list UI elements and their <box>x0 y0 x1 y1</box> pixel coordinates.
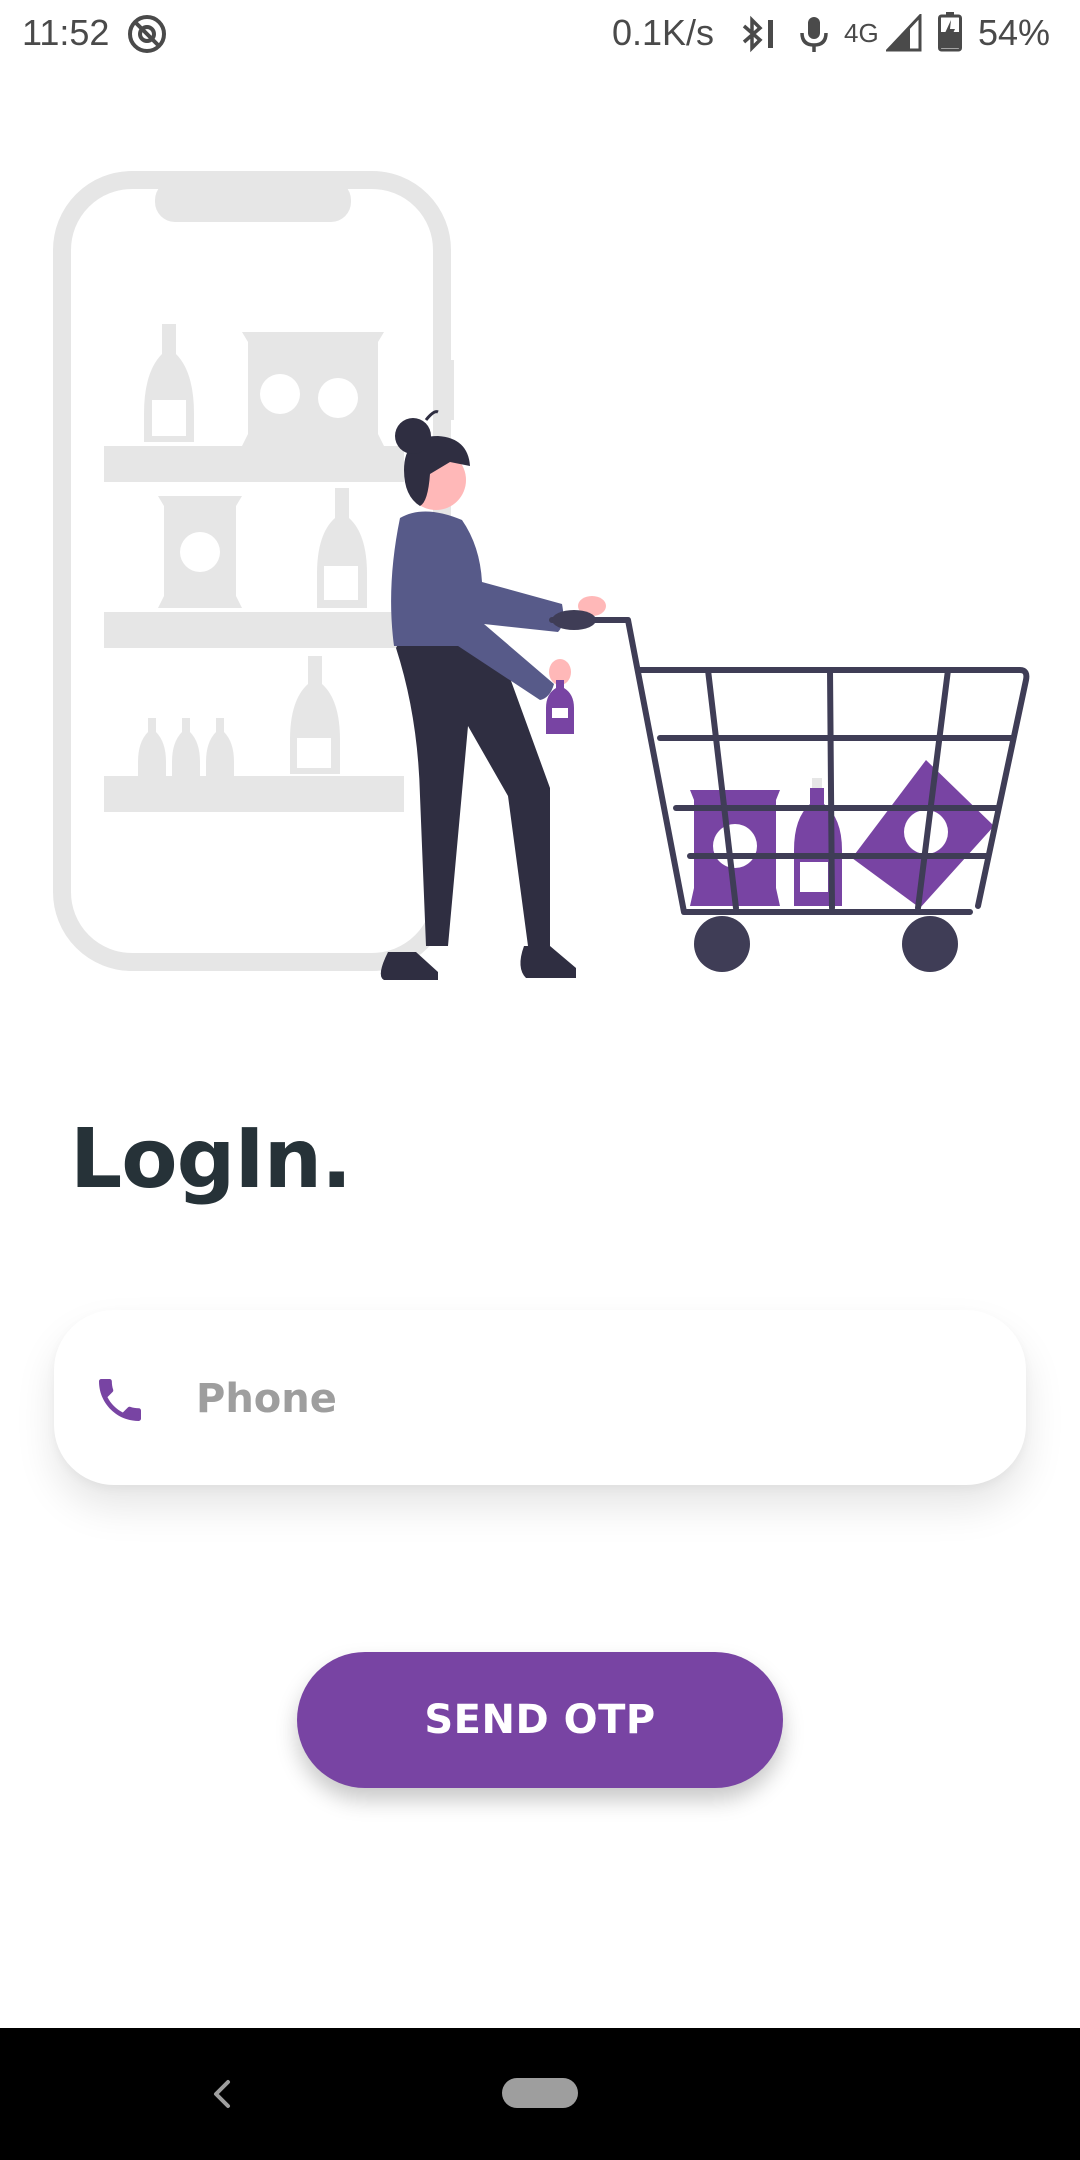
woman-graphic <box>380 410 606 980</box>
phone-field[interactable] <box>54 1310 1026 1485</box>
shelves-graphic <box>104 324 404 812</box>
network-speed: 0.1K/s <box>612 12 715 53</box>
status-time: 11:52 <box>22 12 110 53</box>
phone-icon <box>92 1372 148 1428</box>
mic-icon <box>796 14 832 54</box>
navigation-bar <box>0 2028 1080 2160</box>
login-screen: 11:52 0.1K/s 4G 54% LogIn. Phone SEND OT… <box>0 0 1080 2160</box>
send-otp-button[interactable]: SEND OTP <box>297 1652 783 1788</box>
shopping-illustration <box>0 160 1080 1000</box>
signal-icon <box>884 12 922 52</box>
bluetooth-icon <box>738 14 780 54</box>
phone-input[interactable] <box>194 1350 978 1448</box>
battery-charging-icon <box>938 12 962 52</box>
status-bar: 11:52 0.1K/s 4G 54% <box>0 0 1080 66</box>
battery-percentage: 54% <box>978 12 1051 53</box>
app-notification-icon <box>126 13 168 55</box>
back-icon[interactable] <box>204 2074 238 2114</box>
network-type: 4G <box>844 18 879 48</box>
shopping-cart-graphic <box>549 610 1030 972</box>
home-pill[interactable] <box>502 2078 578 2108</box>
page-title: LogIn. <box>70 1112 352 1207</box>
